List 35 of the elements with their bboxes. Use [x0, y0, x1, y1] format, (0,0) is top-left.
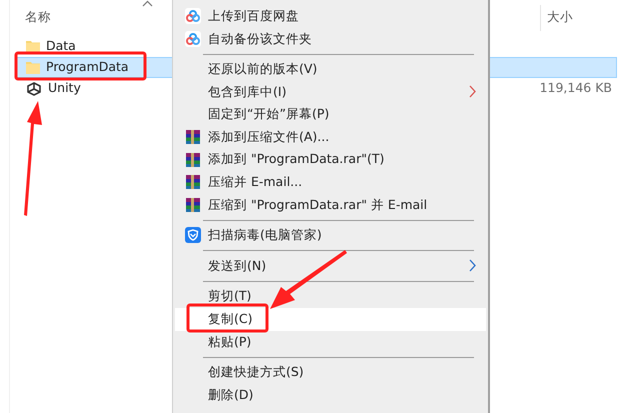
books-icon	[185, 174, 201, 190]
column-header[interactable]: 大小	[540, 5, 579, 31]
menu-item[interactable]: 创建快捷方式(S)	[175, 361, 486, 384]
menu-item[interactable]: 自动备份该文件夹	[175, 28, 486, 50]
shield-icon	[185, 227, 201, 244]
cloud-icon	[185, 30, 201, 47]
file-row[interactable]: Unity	[15, 78, 172, 99]
menu-item[interactable]: 删除(D)	[175, 384, 486, 406]
menu-item[interactable]: 粘贴(P)	[175, 330, 486, 354]
file-row[interactable]: Data	[15, 36, 172, 57]
file-row[interactable]: ProgramData	[15, 57, 172, 78]
books-icon	[185, 128, 201, 145]
menu-item[interactable]: 扫描病毒(电脑管家)	[175, 224, 486, 247]
menu-item[interactable]: 上传到百度网盘	[175, 5, 486, 28]
cloud-icon	[185, 8, 201, 24]
menu-item[interactable]: 固定到“开始”屏幕(P)	[175, 103, 486, 126]
folder-icon	[26, 61, 40, 74]
menu-item[interactable]: 添加到压缩文件(A)...	[175, 126, 486, 149]
file-size: 119,146 KB	[540, 79, 612, 98]
menu-item[interactable]: 复制(C)	[175, 308, 486, 331]
books-icon	[185, 152, 201, 168]
folder-icon	[26, 40, 40, 53]
menu-item[interactable]: 剪切(T)	[175, 286, 486, 308]
menu-item[interactable]: 包含到库中(I)	[175, 80, 486, 104]
menu-item[interactable]: 还原以前的版本(V)	[175, 58, 486, 81]
file-name: Data	[46, 37, 76, 56]
menu-item[interactable]: 发送到(N)	[175, 254, 486, 278]
column-header[interactable]: 名称	[25, 8, 51, 27]
file-name: ProgramData	[46, 58, 129, 76]
file-name: Unity	[48, 79, 81, 98]
menu-item[interactable]: 压缩并 E-mail...	[175, 171, 486, 194]
books-icon	[185, 196, 201, 213]
menu-item[interactable]: 添加到 "ProgramData.rar"(T)	[175, 148, 486, 172]
cube-icon	[26, 82, 42, 96]
menu-item[interactable]: 压缩到 "ProgramData.rar" 并 E-mail	[175, 194, 486, 216]
